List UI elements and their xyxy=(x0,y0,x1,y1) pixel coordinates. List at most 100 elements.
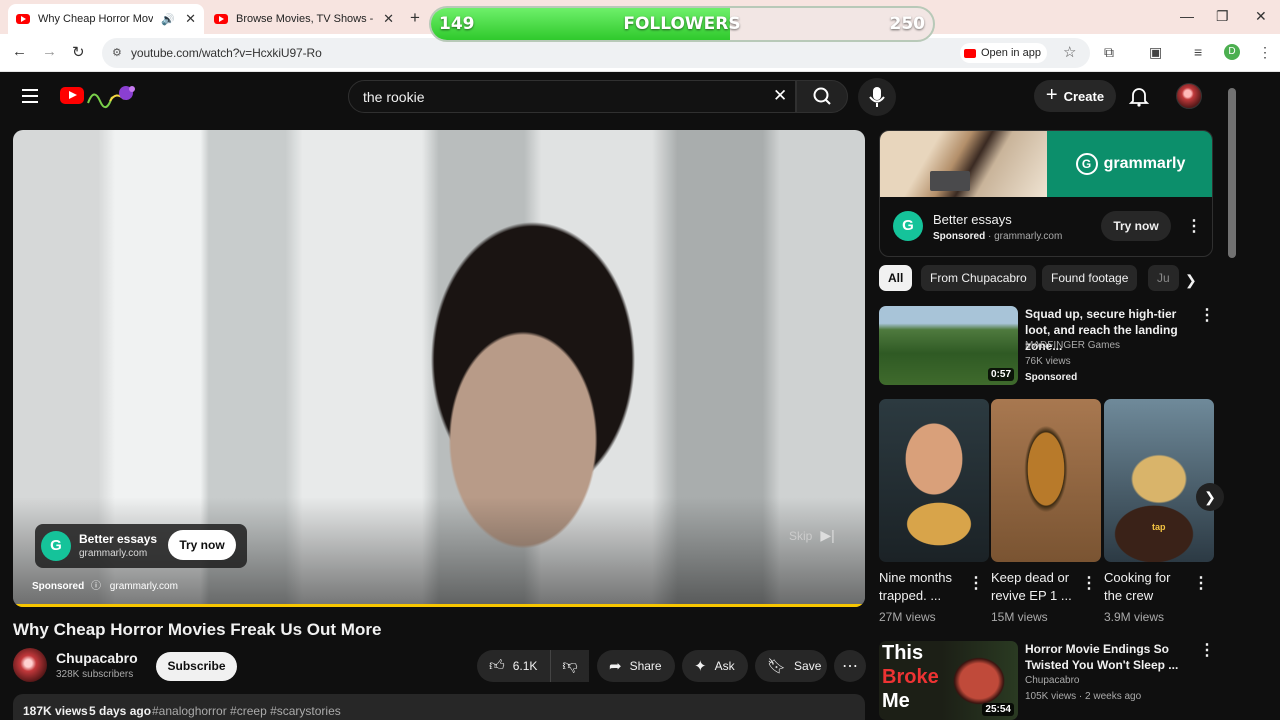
search-query[interactable]: the rookie xyxy=(363,89,424,105)
minimize-button[interactable]: — xyxy=(1180,8,1194,24)
short-title[interactable]: Cooking for the crew xyxy=(1104,569,1188,605)
short-title[interactable]: Keep dead or revive EP 1 ... xyxy=(991,569,1075,605)
short-thumbnail[interactable] xyxy=(879,399,989,562)
video-player[interactable]: G Better essays grammarly.com Try now Sp… xyxy=(13,130,865,607)
reload-icon[interactable]: ↻ xyxy=(72,43,85,61)
player-ad-card[interactable]: G Better essays grammarly.com Try now xyxy=(35,524,247,568)
clear-search-icon[interactable]: ✕ xyxy=(773,86,787,106)
ad-title: Better essays xyxy=(79,532,158,546)
tab-browse-movies[interactable]: Browse Movies, TV Shows - yFl ✕ xyxy=(206,4,402,34)
sidebar-ad[interactable]: G grammarly G Better essays Sponsored · … xyxy=(879,130,1213,257)
more-vert-icon[interactable]: ⋮ xyxy=(1199,643,1215,659)
grammarly-avatar-icon: G xyxy=(893,211,923,241)
short-thumbnail[interactable] xyxy=(991,399,1101,562)
more-vert-icon[interactable]: ⋮ xyxy=(968,576,984,592)
new-tab-button[interactable]: + xyxy=(410,8,420,28)
recommendation-channel[interactable]: Chupacabro xyxy=(1025,675,1079,686)
bookmark-star-icon[interactable]: ☆ xyxy=(1063,43,1076,61)
share-label: Share xyxy=(629,659,662,673)
share-button[interactable]: ➦ Share xyxy=(597,650,675,682)
recommendation-title[interactable]: Horror Movie Endings So Twisted You Won'… xyxy=(1025,641,1195,673)
short-thumbnail[interactable]: tap xyxy=(1104,399,1214,562)
address-bar[interactable]: ⚙ youtube.com/watch?v=HcxkiU97-Ro Open i… xyxy=(102,38,1090,68)
cast-icon[interactable]: ▣ xyxy=(1149,44,1162,61)
channel-avatar[interactable] xyxy=(13,648,47,682)
more-vert-icon[interactable]: ⋮ xyxy=(1193,576,1209,592)
microphone-icon xyxy=(869,87,885,107)
hashtags[interactable]: #analoghorror #creep #scarystories xyxy=(152,704,341,718)
open-in-app-button[interactable]: Open in app xyxy=(960,43,1047,63)
short-title[interactable]: Nine months trapped. ... xyxy=(879,569,963,605)
ask-button[interactable]: ✦ Ask xyxy=(682,650,748,682)
more-actions-button[interactable]: ⋯ xyxy=(834,650,866,682)
short-overlay-text: tap xyxy=(1152,522,1166,532)
create-button[interactable]: + Create xyxy=(1034,80,1116,112)
voice-search-button[interactable] xyxy=(858,78,896,116)
tab-close-icon[interactable]: ✕ xyxy=(185,11,196,27)
chevron-right-icon[interactable]: ❯ xyxy=(1185,272,1197,289)
save-button[interactable]: 🔖︎ Save xyxy=(755,650,827,682)
dislike-button[interactable]: 👎︎ xyxy=(550,650,589,682)
extensions-icon[interactable]: ⧉ xyxy=(1104,44,1114,61)
sidebar-ad-meta: Sponsored · grammarly.com xyxy=(933,231,1063,242)
back-arrow-icon[interactable]: ← xyxy=(12,43,27,60)
ad-progress-bar[interactable] xyxy=(13,604,865,607)
close-window-button[interactable]: ✕ xyxy=(1255,8,1267,25)
chip-found-footage[interactable]: Found footage xyxy=(1042,265,1138,291)
youtube-icon xyxy=(964,48,976,58)
browser-profile-avatar[interactable]: D xyxy=(1224,44,1240,60)
thumbs-up-icon: 👍︎ xyxy=(489,657,505,674)
youtube-favicon-icon xyxy=(16,14,30,24)
skip-ad-button[interactable]: Skip ▶| xyxy=(789,527,835,544)
account-avatar[interactable] xyxy=(1176,83,1202,109)
info-icon[interactable]: ⓘ xyxy=(91,581,101,592)
menu-icon[interactable] xyxy=(22,89,38,103)
duration-badge: 0:57 xyxy=(987,368,1014,381)
grammarly-logo-icon: G xyxy=(41,531,71,561)
search-input[interactable]: the rookie xyxy=(348,80,796,113)
sidebar-ad-title: Better essays xyxy=(933,212,1012,227)
sponsored-label: Sponsored xyxy=(32,581,85,592)
search-icon xyxy=(813,87,831,105)
shorts-next-button[interactable]: ❯ xyxy=(1196,483,1224,511)
sidebar-ad-sponsored: Sponsored xyxy=(933,231,986,242)
forward-arrow-icon[interactable]: → xyxy=(42,43,57,60)
video-thumbnail[interactable]: 0:57 xyxy=(879,306,1018,385)
notifications-bell-icon[interactable] xyxy=(1128,85,1150,107)
ad-brand-banner: G grammarly xyxy=(1047,131,1212,197)
tab-youtube-video[interactable]: Why Cheap Horror Movies F 🔊 ✕ xyxy=(8,4,204,34)
youtube-logo-icon[interactable] xyxy=(60,87,84,104)
more-vert-icon[interactable]: ⋮ xyxy=(1186,219,1202,235)
subscribe-button[interactable]: Subscribe xyxy=(156,652,237,681)
chip-all[interactable]: All xyxy=(879,265,913,291)
recommendation-item[interactable]: This Broke Me 25:54 Horror Movie Endings… xyxy=(879,641,1215,720)
restore-button[interactable]: ❐ xyxy=(1216,8,1229,25)
short-views: 3.9M views xyxy=(1104,610,1165,624)
url-text[interactable]: youtube.com/watch?v=HcxkiU97-Ro xyxy=(131,46,322,60)
page-scrollbar[interactable] xyxy=(1228,88,1236,258)
doodle-logo-icon[interactable] xyxy=(86,83,138,109)
media-controls-icon[interactable]: ≡ xyxy=(1194,44,1202,60)
more-vert-icon[interactable]: ⋮ xyxy=(1081,576,1097,592)
recommendation-channel[interactable]: MADFINGER Games xyxy=(1025,340,1120,351)
search-button[interactable] xyxy=(796,80,848,113)
tab-title: Browse Movies, TV Shows - yFl xyxy=(236,13,374,25)
site-info-icon[interactable]: ⚙ xyxy=(112,46,122,59)
browser-menu-icon[interactable]: ⋮ xyxy=(1258,44,1272,61)
sponsored-domain[interactable]: grammarly.com xyxy=(110,581,178,592)
tab-close-icon[interactable]: ✕ xyxy=(383,11,394,27)
channel-name[interactable]: Chupacabro xyxy=(56,650,138,666)
sidebar-ad-try-now-button[interactable]: Try now xyxy=(1101,211,1171,241)
bookmark-icon: 🔖︎ xyxy=(767,658,787,675)
more-vert-icon[interactable]: ⋮ xyxy=(1199,308,1215,324)
chip-from-chupacabro[interactable]: From Chupacabro xyxy=(921,265,1036,291)
video-thumbnail[interactable]: This Broke Me 25:54 xyxy=(879,641,1018,720)
like-count: 6.1K xyxy=(512,659,538,673)
speaker-icon[interactable]: 🔊 xyxy=(161,13,175,26)
chip-truncated[interactable]: Ju xyxy=(1148,265,1179,291)
duration-badge: 25:54 xyxy=(982,703,1014,716)
followers-label: FOLLOWERS xyxy=(623,14,741,34)
ad-try-now-button[interactable]: Try now xyxy=(168,530,236,560)
description-box[interactable]: 187K views 5 days ago #analoghorror #cre… xyxy=(13,694,865,720)
recommendation-item[interactable]: 0:57 Squad up, secure high-tier loot, an… xyxy=(879,306,1215,388)
